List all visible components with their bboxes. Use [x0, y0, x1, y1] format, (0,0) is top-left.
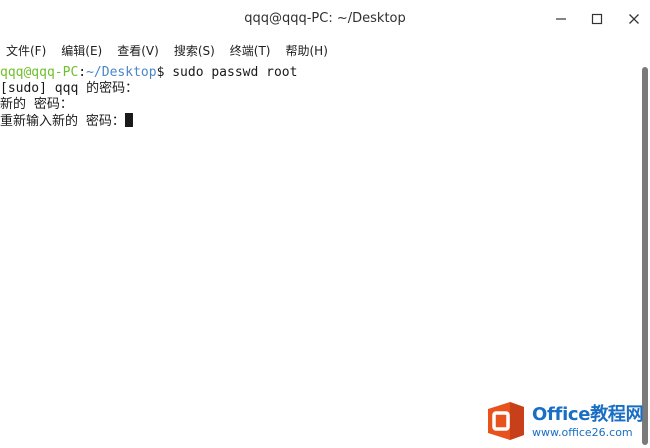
terminal-line-command: qqq@qqq-PC:~/Desktop$ sudo passwd root	[0, 65, 640, 81]
text-cursor	[124, 113, 133, 127]
terminal-window: qqq@qqq-PC: ~/Desktop 文件(F) 编辑(E) 查看(V) …	[0, 0, 650, 448]
terminal-line-retype-password: 重新输入新的 密码：	[0, 113, 640, 129]
maximize-button[interactable]	[584, 6, 610, 32]
terminal-output[interactable]: qqq@qqq-PC:~/Desktop$ sudo passwd root [s…	[0, 62, 640, 448]
watermark: Office教程网 www.office26.com	[484, 394, 650, 448]
menu-search[interactable]: 搜索(S)	[174, 42, 215, 59]
office-logo-icon	[488, 402, 524, 440]
minimize-icon	[556, 18, 566, 20]
terminal-line-sudo-prompt: [sudo] qqq 的密码：	[0, 81, 139, 96]
terminal-line-new-password: 新的 密码：	[0, 97, 73, 112]
menu-edit[interactable]: 编辑(E)	[61, 42, 102, 59]
maximize-icon	[591, 13, 603, 25]
close-icon	[629, 14, 639, 24]
vertical-scrollbar[interactable]	[640, 62, 650, 448]
menu-view[interactable]: 查看(V)	[117, 42, 159, 59]
scrollbar-thumb[interactable]	[642, 67, 648, 445]
menu-file[interactable]: 文件(F)	[6, 42, 46, 59]
menu-bar: 文件(F) 编辑(E) 查看(V) 搜索(S) 终端(T) 帮助(H)	[0, 38, 650, 62]
prompt-user: qqq@qqq-PC	[0, 65, 79, 80]
command-text: sudo passwd root	[164, 65, 298, 80]
watermark-brand: Office教程网	[532, 403, 644, 425]
minimize-button[interactable]	[548, 6, 574, 32]
prompt-path: ~/Desktop	[86, 65, 157, 80]
watermark-url: www.office26.com	[532, 425, 633, 439]
menu-terminal[interactable]: 终端(T)	[230, 42, 271, 59]
menu-help[interactable]: 帮助(H)	[286, 42, 328, 59]
prompt-separator: :	[78, 65, 87, 80]
close-button[interactable]	[621, 6, 647, 32]
retype-password-text: 重新输入新的 密码：	[0, 114, 125, 129]
title-bar[interactable]: qqq@qqq-PC: ~/Desktop	[0, 0, 650, 38]
